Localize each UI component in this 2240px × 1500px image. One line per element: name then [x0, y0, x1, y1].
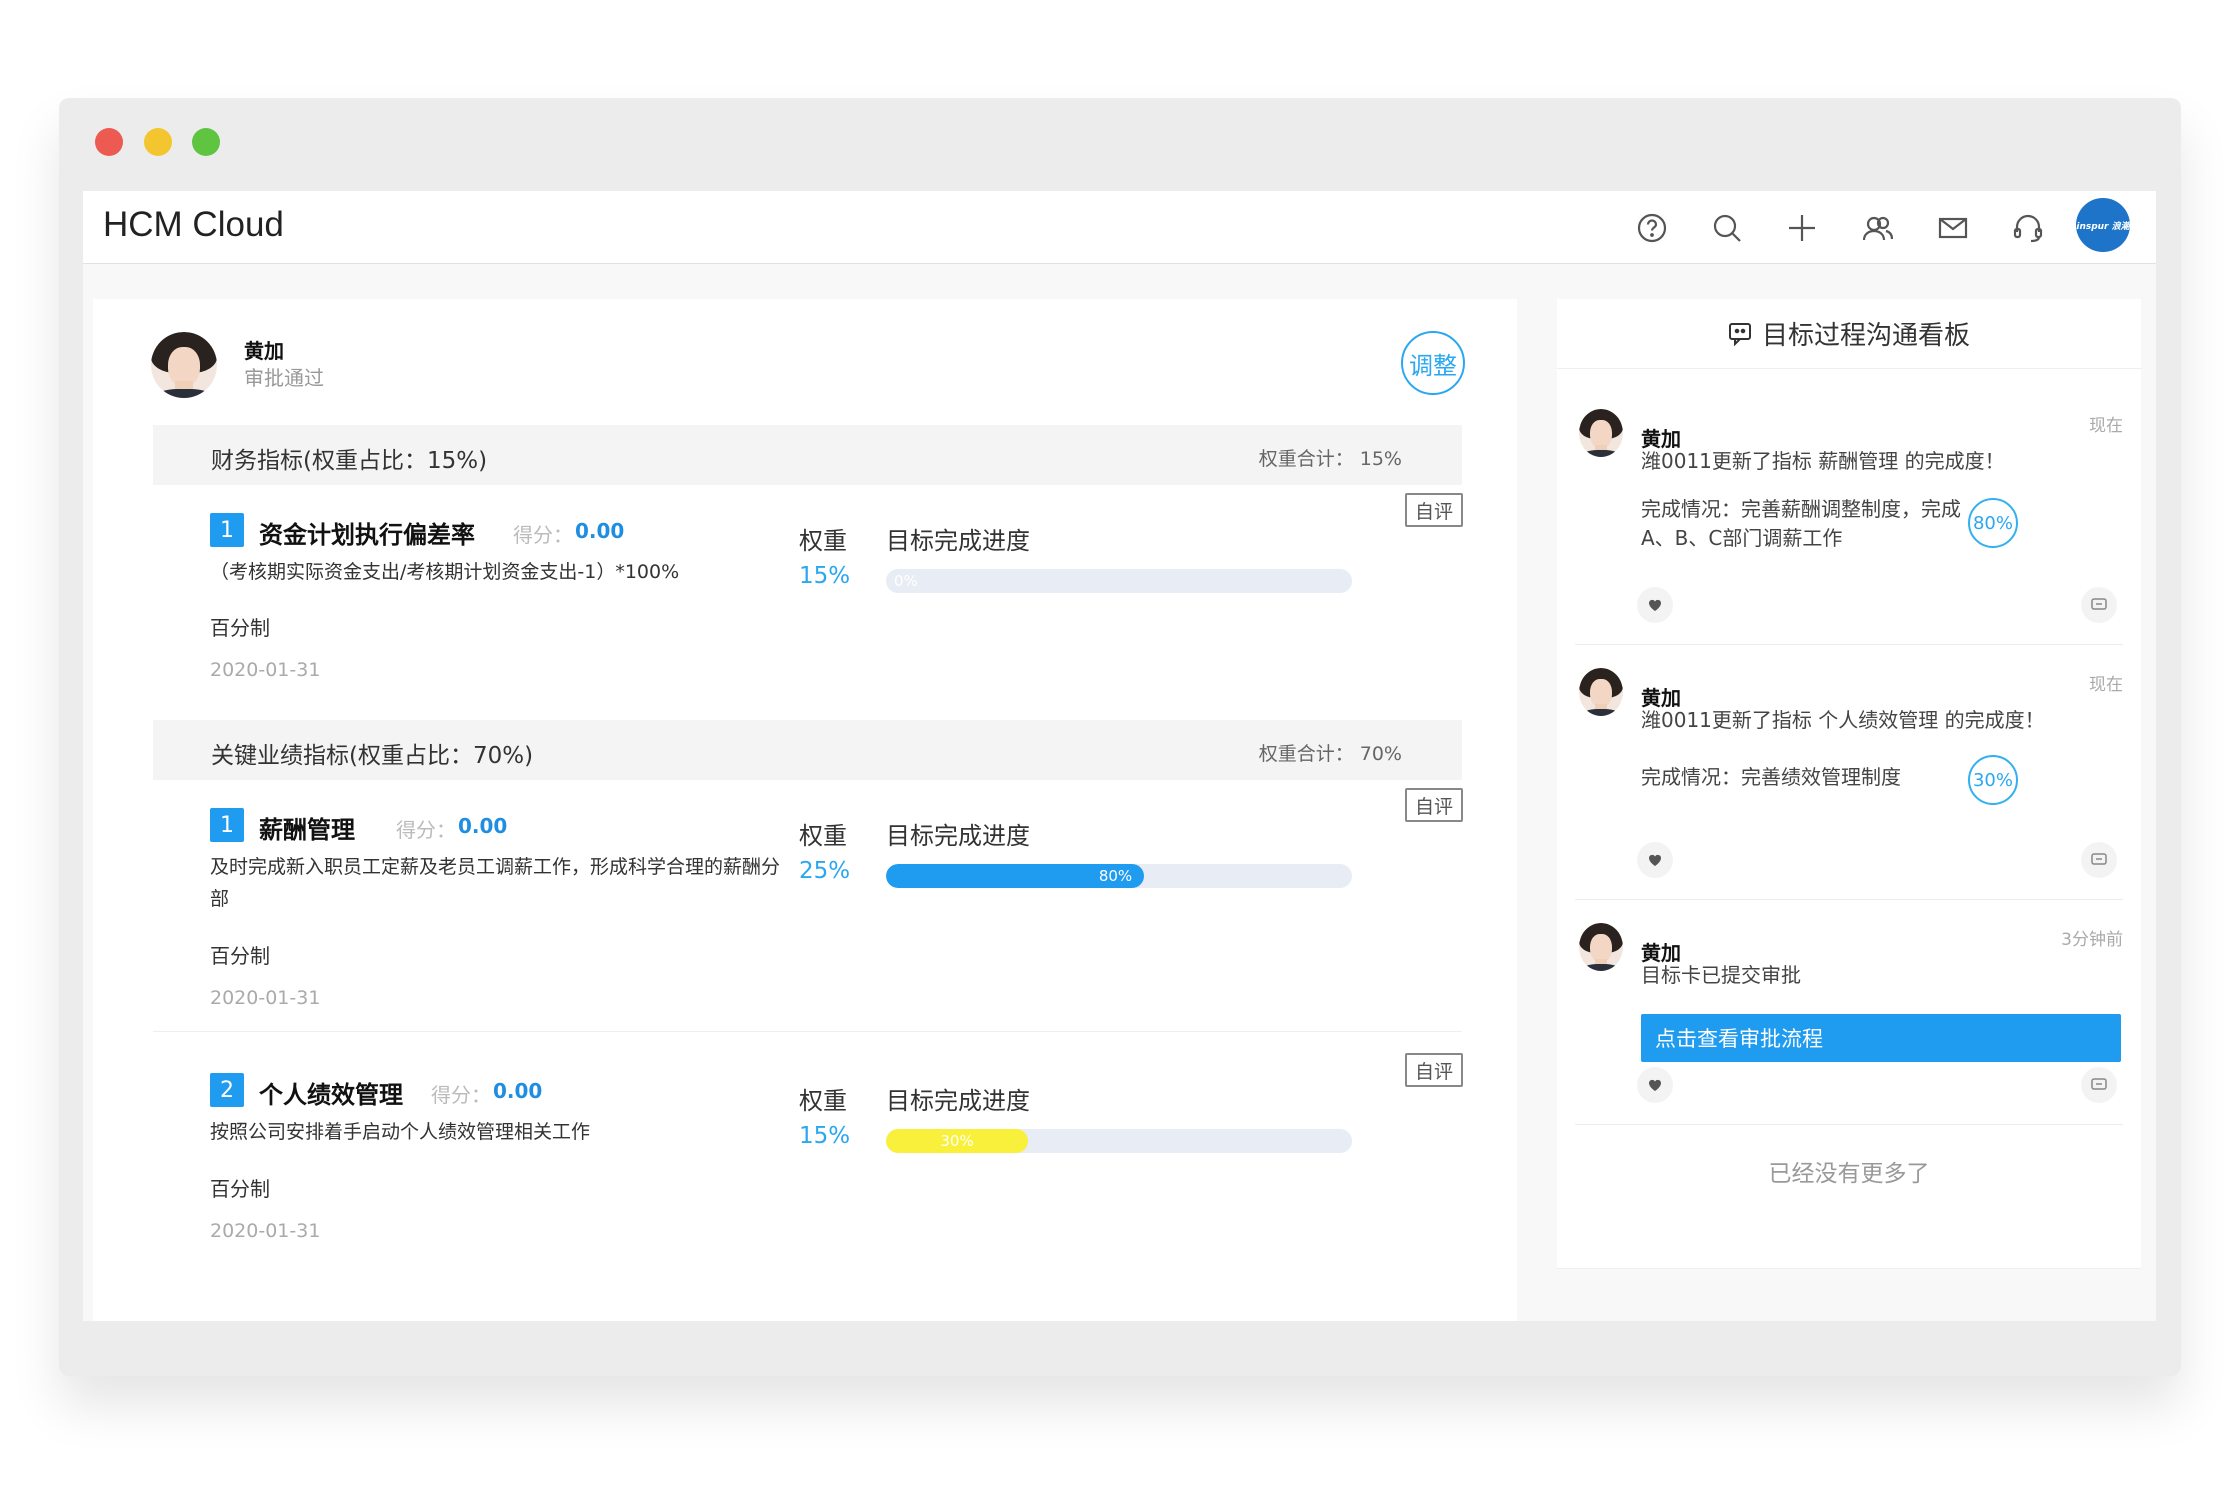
view-approval-flow-button[interactable]: 点击查看审批流程 [1641, 1014, 2121, 1062]
progress-fill-label: 30% [940, 1132, 974, 1150]
feed-divider [1575, 644, 2123, 645]
self-evaluate-button[interactable]: 自评 [1405, 788, 1463, 822]
headset-icon[interactable] [2011, 211, 2045, 245]
feed-message: 潍0011更新了指标 个人绩效管理 的完成度！ [1641, 708, 2045, 732]
add-icon[interactable] [1785, 211, 1819, 245]
weight-label: 权重 [799, 527, 847, 555]
comment-icon[interactable] [2081, 842, 2117, 878]
score-value: 0.00 [493, 1079, 543, 1103]
top-bar: HCM Cloud inspur 浪潮 [83, 191, 2156, 264]
feed-time: 现在 [2089, 416, 2123, 436]
group-title: 财务指标(权重占比：15%) [211, 448, 488, 474]
feed-avatar [1579, 409, 1623, 457]
weight-label: 权重 [799, 1087, 847, 1115]
score-label: 得分： [396, 818, 456, 842]
comment-icon[interactable] [2081, 587, 2117, 623]
help-icon[interactable] [1635, 211, 1669, 245]
board-title: 目标过程沟通看板 [1761, 321, 1970, 351]
progress-label: 目标完成进度 [886, 527, 1030, 555]
item-description: 按照公司安排着手启动个人绩效管理相关工作 [210, 1121, 591, 1143]
item-scoring-method: 百分制 [210, 944, 270, 968]
progress-fill-label: 80% [1098, 867, 1133, 885]
board-header: 目标过程沟通看板 [1557, 299, 2141, 369]
item-divider [153, 1031, 1462, 1032]
score-label: 得分： [431, 1083, 491, 1107]
feed-detail: 完成情况：完善薪酬调整制度，完成A、B、C部门调薪工作 [1641, 497, 1961, 550]
item-description: 及时完成新入职员工定薪及老员工调薪工作，形成科学合理的薪酬分部 [210, 856, 781, 910]
progress-fill-label: 0% [894, 572, 918, 590]
item-number: 2 [210, 1073, 244, 1107]
progress-bar: 80% [886, 864, 1352, 888]
feed-avatar [1579, 923, 1623, 971]
feed-detail: 完成情况：完善绩效管理制度 [1641, 765, 1901, 789]
app-title: HCM Cloud [103, 205, 284, 244]
item-title: 个人绩效管理 [259, 1081, 403, 1109]
item-date: 2020-01-31 [210, 659, 321, 681]
item-title: 薪酬管理 [259, 816, 355, 844]
app-window: HCM Cloud inspur 浪潮 黄加 审批通过 调整 财务指标(权重占比… [59, 98, 2181, 1376]
item-date: 2020-01-31 [210, 1220, 321, 1242]
feed-divider [1575, 1124, 2123, 1125]
weight-value: 15% [799, 1123, 851, 1149]
like-icon[interactable] [1637, 587, 1673, 623]
progress-bar: 30% [886, 1129, 1352, 1153]
window-maximize-button[interactable] [192, 128, 220, 156]
score-value: 0.00 [575, 519, 625, 543]
employee-name: 黄加 [244, 339, 284, 363]
progress-bar: 0% [886, 569, 1352, 593]
item-scoring-method: 百分制 [210, 1177, 270, 1201]
contacts-icon[interactable] [1861, 211, 1895, 245]
communication-board: 目标过程沟通看板 黄加 现在 潍0011更新了指标 薪酬管理 的完成度！ 完成情… [1557, 299, 2141, 1269]
feed-divider [1575, 899, 2123, 900]
group-header-financial: 财务指标(权重占比：15%) 权重合计： 15% [153, 425, 1462, 485]
group-title: 关键业绩指标(权重占比：70%) [211, 743, 534, 769]
item-number: 1 [210, 513, 244, 547]
mail-icon[interactable] [1936, 211, 1970, 245]
self-evaluate-button[interactable]: 自评 [1405, 1053, 1463, 1087]
feed-message: 潍0011更新了指标 薪酬管理 的完成度！ [1641, 449, 2005, 473]
progress-label: 目标完成进度 [886, 1087, 1030, 1115]
completion-percent: 80% [1968, 498, 2018, 548]
adjust-button[interactable]: 调整 [1401, 331, 1465, 395]
approval-status: 审批通过 [244, 366, 324, 390]
app-content: HCM Cloud inspur 浪潮 黄加 审批通过 调整 财务指标(权重占比… [83, 191, 2156, 1321]
feed-time: 3分钟前 [2061, 930, 2123, 950]
weight-label: 权重 [799, 822, 847, 850]
item-description: （考核期实际资金支出/考核期计划资金支出-1）*100% [210, 561, 680, 583]
score-label: 得分： [513, 523, 573, 547]
progress-fill: 0% [886, 569, 1352, 593]
weight-value: 15% [799, 563, 851, 589]
group-weight-total: 权重合计： 15% [1258, 448, 1402, 470]
no-more-text: 已经没有更多了 [1768, 1161, 1930, 1187]
self-evaluate-button[interactable]: 自评 [1405, 493, 1463, 527]
company-logo-avatar[interactable]: inspur 浪潮 [2076, 198, 2130, 252]
group-header-kpi: 关键业绩指标(权重占比：70%) 权重合计： 70% [153, 720, 1462, 780]
progress-label: 目标完成进度 [886, 822, 1030, 850]
like-icon[interactable] [1637, 842, 1673, 878]
item-scoring-method: 百分制 [210, 616, 270, 640]
item-number: 1 [210, 808, 244, 842]
completion-percent: 30% [1968, 755, 2018, 805]
progress-fill: 80% [886, 864, 1145, 888]
weight-value: 25% [799, 858, 851, 884]
item-date: 2020-01-31 [210, 987, 321, 1009]
progress-fill: 30% [886, 1129, 1029, 1153]
group-weight-total: 权重合计： 70% [1258, 743, 1402, 765]
window-minimize-button[interactable] [144, 128, 172, 156]
item-title: 资金计划执行偏差率 [259, 521, 475, 549]
search-icon[interactable] [1710, 211, 1744, 245]
comment-icon[interactable] [2081, 1067, 2117, 1103]
feed-message: 目标卡已提交审批 [1641, 963, 1801, 987]
score-value: 0.00 [458, 814, 508, 838]
goal-card-panel: 黄加 审批通过 调整 财务指标(权重占比：15%) 权重合计： 15% 1 资金… [93, 299, 1517, 1321]
feed-time: 现在 [2089, 675, 2123, 695]
chat-board-icon [1728, 322, 1751, 346]
like-icon[interactable] [1637, 1067, 1673, 1103]
window-close-button[interactable] [95, 128, 123, 156]
employee-avatar [151, 332, 217, 398]
feed-avatar [1579, 668, 1623, 716]
